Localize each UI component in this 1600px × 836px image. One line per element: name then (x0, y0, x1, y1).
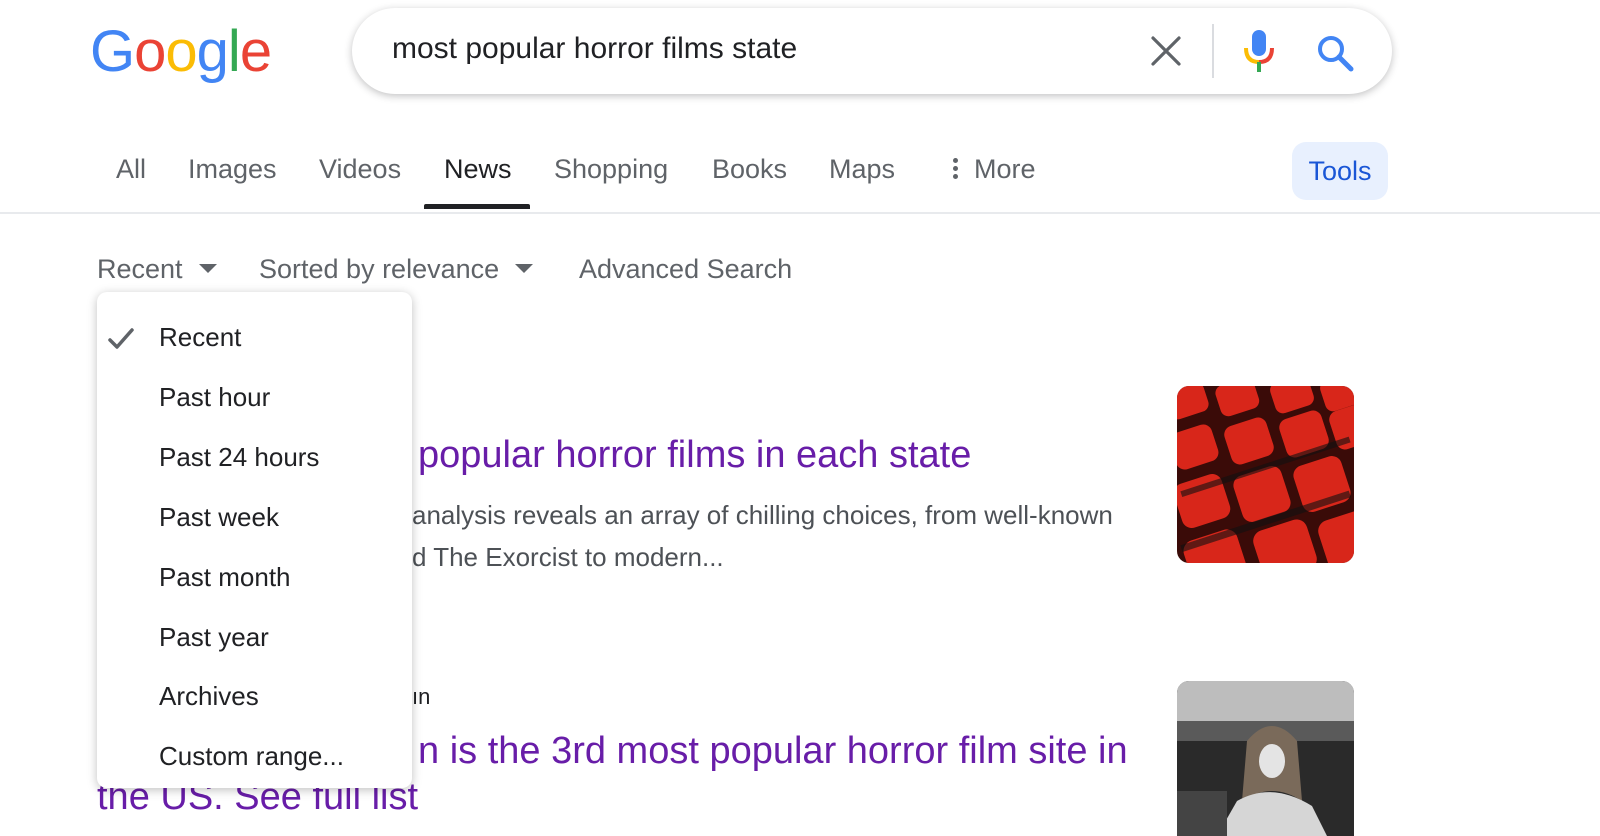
time-filter-label: Recent (97, 254, 183, 284)
logo-letter: G (90, 19, 135, 84)
result-title[interactable]: n is the 3rd most popular horror film si… (418, 730, 1128, 773)
search-divider (1212, 24, 1214, 78)
logo-letter: e (239, 19, 272, 84)
menu-item-label: Past month (159, 562, 291, 592)
tab-news[interactable]: News (444, 154, 512, 185)
result-thumbnail[interactable] (1177, 681, 1354, 836)
search-icon[interactable] (1315, 33, 1355, 73)
search-box[interactable]: most popular horror films state (352, 8, 1392, 94)
caret-down-icon (515, 264, 534, 273)
check-icon (108, 328, 134, 349)
menu-item-past-24-hours[interactable]: Past 24 hours (97, 420, 412, 480)
horror-film-still-image (1177, 681, 1354, 836)
logo-letter: g (196, 19, 229, 84)
theater-seats-image (1177, 386, 1354, 563)
tools-button[interactable]: Tools (1292, 142, 1388, 200)
microphone-icon[interactable] (1242, 28, 1276, 76)
result-source: ın (412, 684, 431, 709)
menu-item-past-year[interactable]: Past year (97, 600, 412, 660)
time-filter-menu: Recent Past hour Past 24 hours Past week… (97, 292, 412, 788)
search-input[interactable]: most popular horror films state (392, 32, 797, 66)
logo-letter: o (134, 19, 166, 84)
vertical-dots-icon (950, 156, 960, 180)
tab-maps[interactable]: Maps (829, 154, 895, 185)
sort-filter-label: Sorted by relevance (259, 254, 500, 284)
advanced-search-link[interactable]: Advanced Search (579, 254, 792, 285)
tab-more-label: More (974, 154, 1036, 184)
search-tabs: All Images Videos News Shopping Books Ma… (0, 140, 1600, 214)
google-logo[interactable]: Google (90, 19, 272, 84)
logo-letter: l (227, 19, 241, 84)
result-thumbnail[interactable] (1177, 386, 1354, 563)
tab-videos[interactable]: Videos (319, 154, 401, 185)
menu-item-custom-range[interactable]: Custom range... (97, 719, 412, 779)
tab-all[interactable]: All (116, 154, 146, 185)
menu-item-label: Past hour (159, 382, 271, 412)
result-snippet: analysis reveals an array of chilling ch… (412, 500, 1113, 530)
menu-item-recent[interactable]: Recent (97, 300, 412, 360)
menu-item-label: Archives (159, 681, 259, 711)
menu-item-label: Past 24 hours (159, 442, 320, 472)
logo-letter: o (165, 19, 197, 84)
tab-shopping[interactable]: Shopping (554, 154, 668, 185)
result-snippet: d The Exorcist to modern... (412, 542, 724, 572)
active-tab-indicator (424, 204, 530, 209)
sort-filter-dropdown[interactable]: Sorted by relevance (259, 254, 534, 285)
close-icon[interactable] (1147, 32, 1185, 70)
tab-books[interactable]: Books (712, 154, 787, 185)
result-title[interactable]: popular horror films in each state (418, 434, 971, 477)
menu-item-archives[interactable]: Archives (97, 659, 412, 719)
menu-item-label: Past year (159, 622, 269, 652)
menu-item-label: Recent (159, 322, 242, 352)
menu-item-label: Custom range... (159, 741, 344, 771)
menu-item-past-week[interactable]: Past week (97, 480, 412, 540)
time-filter-dropdown[interactable]: Recent (97, 254, 217, 285)
tab-more[interactable]: More (950, 154, 1036, 185)
tab-images[interactable]: Images (188, 154, 277, 185)
menu-item-past-month[interactable]: Past month (97, 540, 412, 600)
menu-item-past-hour[interactable]: Past hour (97, 360, 412, 420)
caret-down-icon (198, 264, 217, 273)
menu-item-label: Past week (159, 502, 279, 532)
